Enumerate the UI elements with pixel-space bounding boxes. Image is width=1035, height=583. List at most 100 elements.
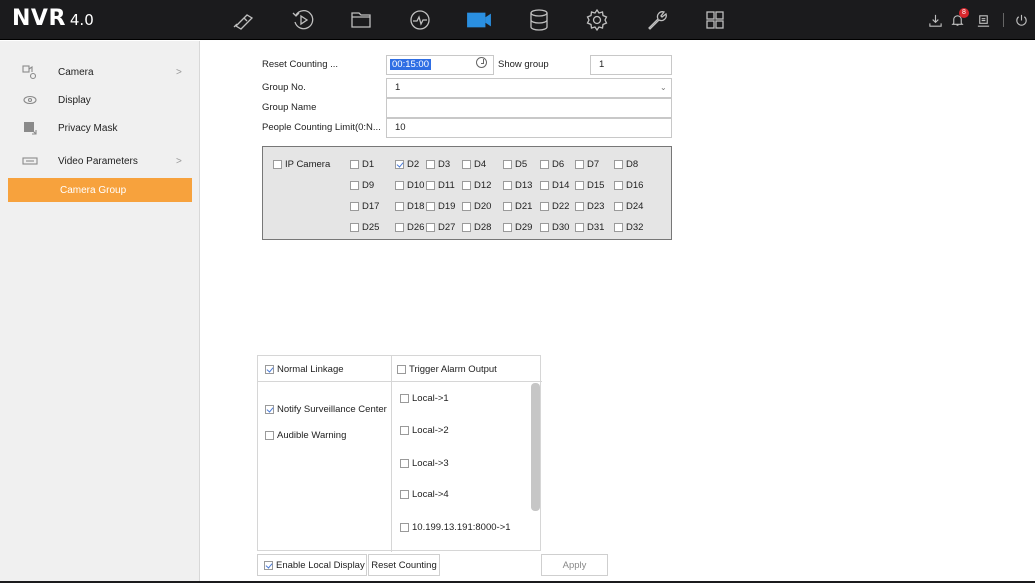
camera-checkbox[interactable]: D9: [350, 178, 374, 192]
live-view-icon[interactable]: [228, 6, 258, 34]
checkbox-label: D4: [474, 158, 487, 170]
camera-checkbox[interactable]: D4: [462, 157, 486, 171]
checkbox-label: Trigger Alarm Output: [409, 363, 497, 375]
layout-icon[interactable]: [700, 6, 730, 34]
camera-checkbox[interactable]: D10: [395, 178, 424, 192]
checkbox-icon: [265, 404, 274, 414]
checkbox-icon: [350, 222, 359, 232]
camera-checkbox[interactable]: D18: [395, 199, 424, 213]
notify-surveillance-center-checkbox[interactable]: Notify Surveillance Center: [265, 402, 387, 416]
camera-checkbox[interactable]: D13: [503, 178, 532, 192]
camera-checkbox[interactable]: D30: [540, 220, 569, 234]
checkbox-label: D24: [626, 200, 644, 212]
maintenance-icon[interactable]: [642, 6, 672, 34]
ip-camera-checkbox[interactable]: IP Camera: [273, 157, 330, 171]
power-icon[interactable]: [1012, 11, 1030, 29]
camera-checkbox[interactable]: D5: [503, 157, 527, 171]
checkbox-label: D8: [626, 158, 639, 170]
camera-checkbox[interactable]: D15: [575, 178, 604, 192]
checkbox-label: D12: [474, 179, 492, 191]
output-local-2-checkbox[interactable]: Local->2: [400, 423, 449, 437]
camera-checkbox[interactable]: D6: [540, 157, 564, 171]
linkage-panel: Normal Linkage Trigger Alarm Output Noti…: [257, 355, 542, 552]
checkbox-label: D32: [626, 221, 644, 233]
camera-checkbox[interactable]: D14: [540, 178, 569, 192]
trigger-alarm-output-checkbox[interactable]: Trigger Alarm Output: [397, 362, 497, 376]
video-parameters-icon: [22, 153, 38, 169]
checkbox-label: D21: [515, 200, 533, 212]
camera-checkbox[interactable]: D31: [575, 220, 604, 234]
camera-checkbox[interactable]: D22: [540, 199, 569, 213]
camera-checkbox[interactable]: D17: [350, 199, 379, 213]
group-no-select[interactable]: 1: [386, 78, 672, 98]
sidebar-item-privacy-mask[interactable]: Privacy Mask: [0, 115, 200, 141]
normal-linkage-checkbox[interactable]: Normal Linkage: [265, 362, 344, 376]
system-settings-icon[interactable]: [582, 6, 612, 34]
checkbox-icon: [575, 180, 584, 190]
camera-checkbox[interactable]: D23: [575, 199, 604, 213]
checkbox-icon: [614, 201, 623, 211]
camera-checkbox[interactable]: D16: [614, 178, 643, 192]
checkbox-icon: [426, 201, 435, 211]
camera-checkbox[interactable]: D26: [395, 220, 424, 234]
camera-checkbox[interactable]: D11: [426, 178, 455, 192]
file-management-icon[interactable]: [346, 6, 376, 34]
output-local-3-checkbox[interactable]: Local->3: [400, 456, 449, 470]
checkbox-icon: [503, 222, 512, 232]
camera-checkbox[interactable]: D1: [350, 157, 374, 171]
checkbox-icon: [400, 489, 409, 499]
group-no-label: Group No.: [262, 82, 306, 93]
people-counting-limit-input[interactable]: 10: [386, 118, 672, 138]
checkbox-icon: [350, 159, 359, 169]
chevron-down-icon[interactable]: ⌄: [660, 83, 667, 92]
sidebar-item-camera-group[interactable]: Camera Group: [8, 178, 192, 202]
group-name-input[interactable]: [386, 98, 672, 118]
sidebar-item-label: Camera: [58, 66, 94, 78]
camera-checkbox[interactable]: D25: [350, 220, 379, 234]
camera-checkbox[interactable]: D32: [614, 220, 643, 234]
checkbox-label: D30: [552, 221, 570, 233]
checkbox-label: D23: [587, 200, 605, 212]
checkbox-icon: [395, 222, 404, 232]
playback-icon[interactable]: [288, 6, 318, 34]
normal-linkage-header: Normal Linkage: [258, 356, 391, 382]
camera-checkbox[interactable]: D2: [395, 157, 419, 171]
show-group-input[interactable]: 1: [590, 55, 672, 75]
chevron-right-icon: >: [176, 66, 182, 78]
checkbox-label: Local->4: [412, 488, 449, 500]
output-ip-channel-checkbox[interactable]: 10.199.13.191:8000->1: [400, 520, 511, 534]
output-local-4-checkbox[interactable]: Local->4: [400, 487, 449, 501]
camera-checkbox[interactable]: D24: [614, 199, 643, 213]
camera-checkbox[interactable]: D20: [462, 199, 491, 213]
apply-button[interactable]: Apply: [541, 554, 608, 576]
sidebar-item-camera[interactable]: Camera >: [0, 59, 200, 85]
camera-checkbox[interactable]: D27: [426, 220, 455, 234]
output-local-1-checkbox[interactable]: Local->1: [400, 391, 449, 405]
camera-checkbox[interactable]: D29: [503, 220, 532, 234]
reset-counting-button[interactable]: Reset Counting: [368, 554, 440, 576]
checkbox-icon: [265, 364, 274, 374]
audible-warning-checkbox[interactable]: Audible Warning: [265, 428, 346, 442]
camera-checkbox[interactable]: D12: [462, 178, 491, 192]
camera-checkbox[interactable]: D7: [575, 157, 599, 171]
camera-checkbox[interactable]: D3: [426, 157, 450, 171]
sidebar-item-video-parameters[interactable]: Video Parameters >: [0, 148, 200, 174]
smart-analysis-icon[interactable]: [405, 6, 435, 34]
camera-icon[interactable]: [464, 6, 494, 34]
checkbox-icon: [462, 159, 471, 169]
scrollbar-thumb[interactable]: [531, 383, 540, 511]
download-icon[interactable]: [926, 11, 944, 29]
checkbox-icon: [400, 425, 409, 435]
checkbox-label: D10: [407, 179, 425, 191]
clock-icon[interactable]: [476, 57, 487, 68]
sidebar-item-display[interactable]: Display: [0, 87, 200, 113]
user-icon[interactable]: [974, 11, 992, 29]
enable-local-display-checkbox[interactable]: Enable Local Display: [257, 554, 367, 576]
checkbox-label: Audible Warning: [277, 429, 347, 441]
camera-checkbox[interactable]: D28: [462, 220, 491, 234]
camera-checkbox[interactable]: D8: [614, 157, 638, 171]
checkbox-label: Normal Linkage: [277, 363, 344, 375]
camera-checkbox[interactable]: D19: [426, 199, 455, 213]
storage-icon[interactable]: [524, 6, 554, 34]
camera-checkbox[interactable]: D21: [503, 199, 532, 213]
